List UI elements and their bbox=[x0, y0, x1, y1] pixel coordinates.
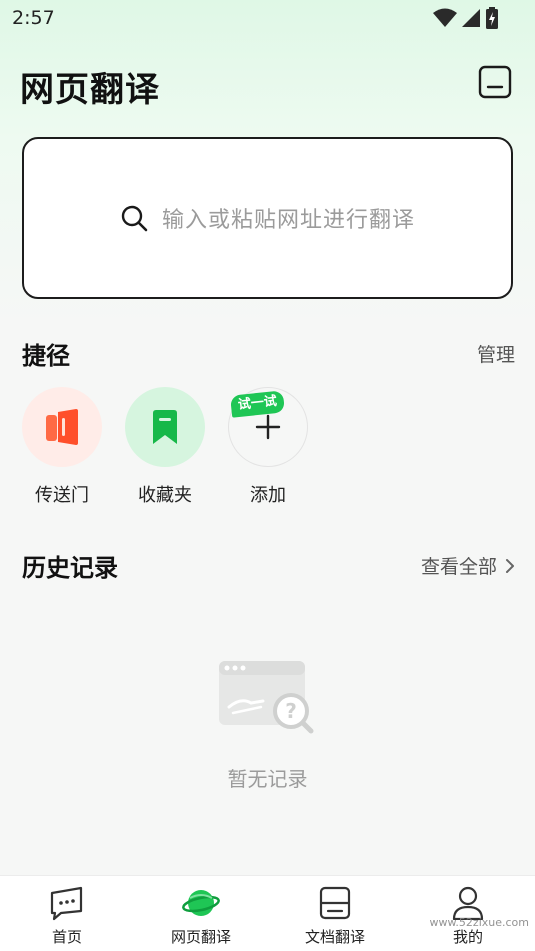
manage-link[interactable]: 管理 bbox=[477, 340, 515, 367]
document-icon bbox=[319, 886, 351, 920]
nav-label-home: 首页 bbox=[51, 928, 82, 946]
portal-icon bbox=[46, 409, 78, 445]
shortcut-portal-circle bbox=[22, 387, 102, 467]
shortcut-favorites-circle bbox=[125, 387, 205, 467]
shortcut-portal[interactable]: 传送门 bbox=[22, 387, 102, 507]
empty-text: 暂无记录 bbox=[227, 767, 308, 791]
search-placeholder: 输入或粘贴网址进行翻译 bbox=[161, 208, 415, 233]
shortcuts-header: 捷径 管理 bbox=[22, 336, 515, 372]
wifi-icon bbox=[433, 8, 457, 27]
url-search-box[interactable]: 输入或粘贴网址进行翻译 bbox=[22, 137, 513, 299]
status-time: 2:57 bbox=[12, 7, 55, 29]
nav-icon-wrap-doc-translate bbox=[268, 884, 402, 922]
history-header: 历史记录 查看全部 bbox=[22, 548, 515, 584]
chevron-right-icon bbox=[506, 558, 514, 573]
bookmark-icon bbox=[153, 410, 177, 444]
plus-icon bbox=[255, 414, 281, 440]
watermark: www.52zixue.com bbox=[429, 916, 529, 929]
nav-icon-wrap-home bbox=[0, 884, 134, 922]
view-all-link[interactable]: 查看全部 bbox=[421, 552, 515, 579]
page-title: 网页翻译 bbox=[20, 70, 160, 110]
nav-label-doc-translate: 文档翻译 bbox=[304, 928, 365, 946]
nav-item-web-translate[interactable]: 网页翻译 bbox=[134, 884, 268, 948]
nav-icon-wrap-web-translate bbox=[134, 884, 268, 922]
chat-icon bbox=[50, 886, 83, 921]
status-icons bbox=[433, 7, 499, 29]
menu-button[interactable] bbox=[477, 64, 513, 100]
view-all-label: 查看全部 bbox=[420, 556, 497, 578]
nav-item-doc-translate[interactable]: 文档翻译 bbox=[268, 884, 402, 948]
user-icon bbox=[452, 886, 484, 920]
svg-text:?: ? bbox=[285, 699, 297, 723]
signal-icon bbox=[462, 9, 480, 27]
empty-browser-icon: ? bbox=[218, 661, 313, 734]
history-empty-state: ? 暂无记录 bbox=[0, 655, 535, 792]
planet-icon bbox=[182, 890, 220, 916]
history-title: 历史记录 bbox=[22, 554, 118, 582]
header: 网页翻译 bbox=[20, 56, 515, 112]
battery-icon bbox=[486, 7, 498, 29]
status-bar: 2:57 bbox=[0, 0, 535, 36]
bottom-nav: 首页 网页翻译 文档翻译 我的 www.52zixue.com bbox=[0, 875, 535, 951]
shortcut-favorites[interactable]: 收藏夹 bbox=[125, 387, 205, 507]
shortcut-add-circle: 试一试 bbox=[228, 387, 308, 467]
search-icon bbox=[121, 205, 148, 232]
manage-label: 管理 bbox=[476, 344, 515, 366]
shortcut-portal-label: 传送门 bbox=[35, 485, 89, 506]
nav-label-web-translate: 网页翻译 bbox=[170, 928, 231, 946]
shortcuts-title: 捷径 bbox=[22, 342, 70, 370]
shortcut-favorites-label: 收藏夹 bbox=[138, 485, 192, 506]
shortcut-add-label: 添加 bbox=[250, 485, 286, 506]
shortcuts-list: 传送门 收藏夹 试一试 添加 bbox=[22, 387, 322, 507]
minimize-box-icon bbox=[478, 65, 512, 99]
shortcut-add[interactable]: 试一试 添加 bbox=[228, 387, 308, 507]
nav-label-profile: 我的 bbox=[452, 928, 483, 946]
nav-item-home[interactable]: 首页 bbox=[0, 884, 134, 948]
